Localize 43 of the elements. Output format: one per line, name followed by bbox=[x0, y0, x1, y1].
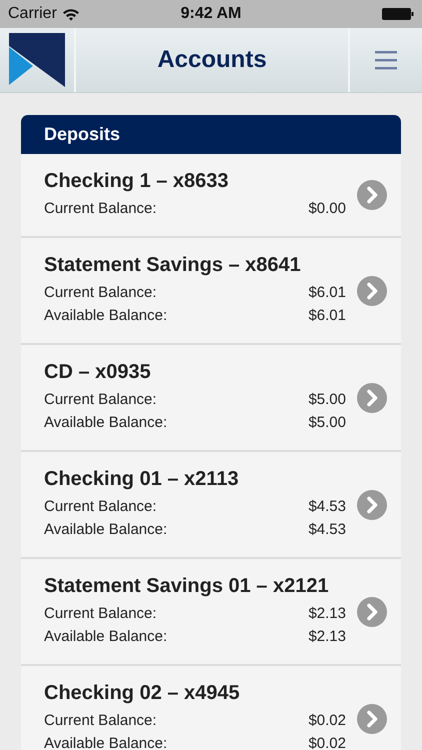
balance-label: Current Balance: bbox=[44, 604, 157, 624]
balance-amount: $2.13 bbox=[308, 627, 346, 647]
chevron-icon bbox=[357, 490, 387, 520]
carrier-label: Carrier bbox=[8, 5, 57, 23]
wifi-icon bbox=[62, 8, 80, 20]
balance-amount: $5.00 bbox=[308, 413, 346, 433]
section-title: Deposits bbox=[44, 124, 120, 145]
chevron-icon bbox=[357, 382, 387, 412]
balance-label: Current Balance: bbox=[44, 199, 157, 219]
balance-label: Available Balance: bbox=[44, 413, 168, 433]
balance-amount: $6.01 bbox=[308, 283, 346, 303]
balance-label: Current Balance: bbox=[44, 497, 157, 517]
balance-label: Current Balance: bbox=[44, 283, 157, 303]
chevron-icon bbox=[357, 276, 387, 306]
balance-label: Available Balance: bbox=[44, 306, 168, 326]
chevron-icon bbox=[357, 704, 387, 734]
balance-amount: $0.00 bbox=[308, 199, 346, 219]
balance-amount: $5.00 bbox=[308, 390, 346, 410]
menu-button[interactable] bbox=[348, 28, 422, 92]
account-name: CD – x0935 bbox=[44, 361, 152, 384]
balance-label: Current Balance: bbox=[44, 390, 157, 410]
balance-label: Available Balance: bbox=[44, 734, 168, 750]
menu-icon bbox=[375, 50, 397, 70]
account-name: Statement Savings – x8641 bbox=[44, 254, 302, 277]
chevron-icon bbox=[357, 596, 387, 626]
balance-amount: $6.01 bbox=[308, 306, 346, 326]
balance-amount: $0.02 bbox=[308, 734, 346, 750]
balance-label: Current Balance: bbox=[44, 711, 157, 731]
account-name: Checking 1 – x8633 bbox=[44, 170, 230, 193]
account-name: Statement Savings 01 – x2121 bbox=[44, 575, 330, 598]
balance-label: Available Balance: bbox=[44, 627, 168, 647]
balance-amount: $4.53 bbox=[308, 520, 346, 540]
battery-icon bbox=[382, 8, 414, 20]
status-time: 9:42 AM bbox=[180, 5, 242, 22]
balance-amount: $4.53 bbox=[308, 497, 346, 517]
page-title: Accounts bbox=[157, 46, 267, 74]
account-name: Checking 01 – x2113 bbox=[44, 468, 240, 491]
balance-amount: $2.13 bbox=[308, 604, 346, 624]
balance-amount: $0.02 bbox=[308, 711, 346, 731]
account-name: Checking 02 – x4945 bbox=[44, 682, 241, 705]
balance-label: Available Balance: bbox=[44, 520, 168, 540]
chevron-icon bbox=[357, 180, 387, 210]
logo-icon bbox=[9, 33, 65, 87]
